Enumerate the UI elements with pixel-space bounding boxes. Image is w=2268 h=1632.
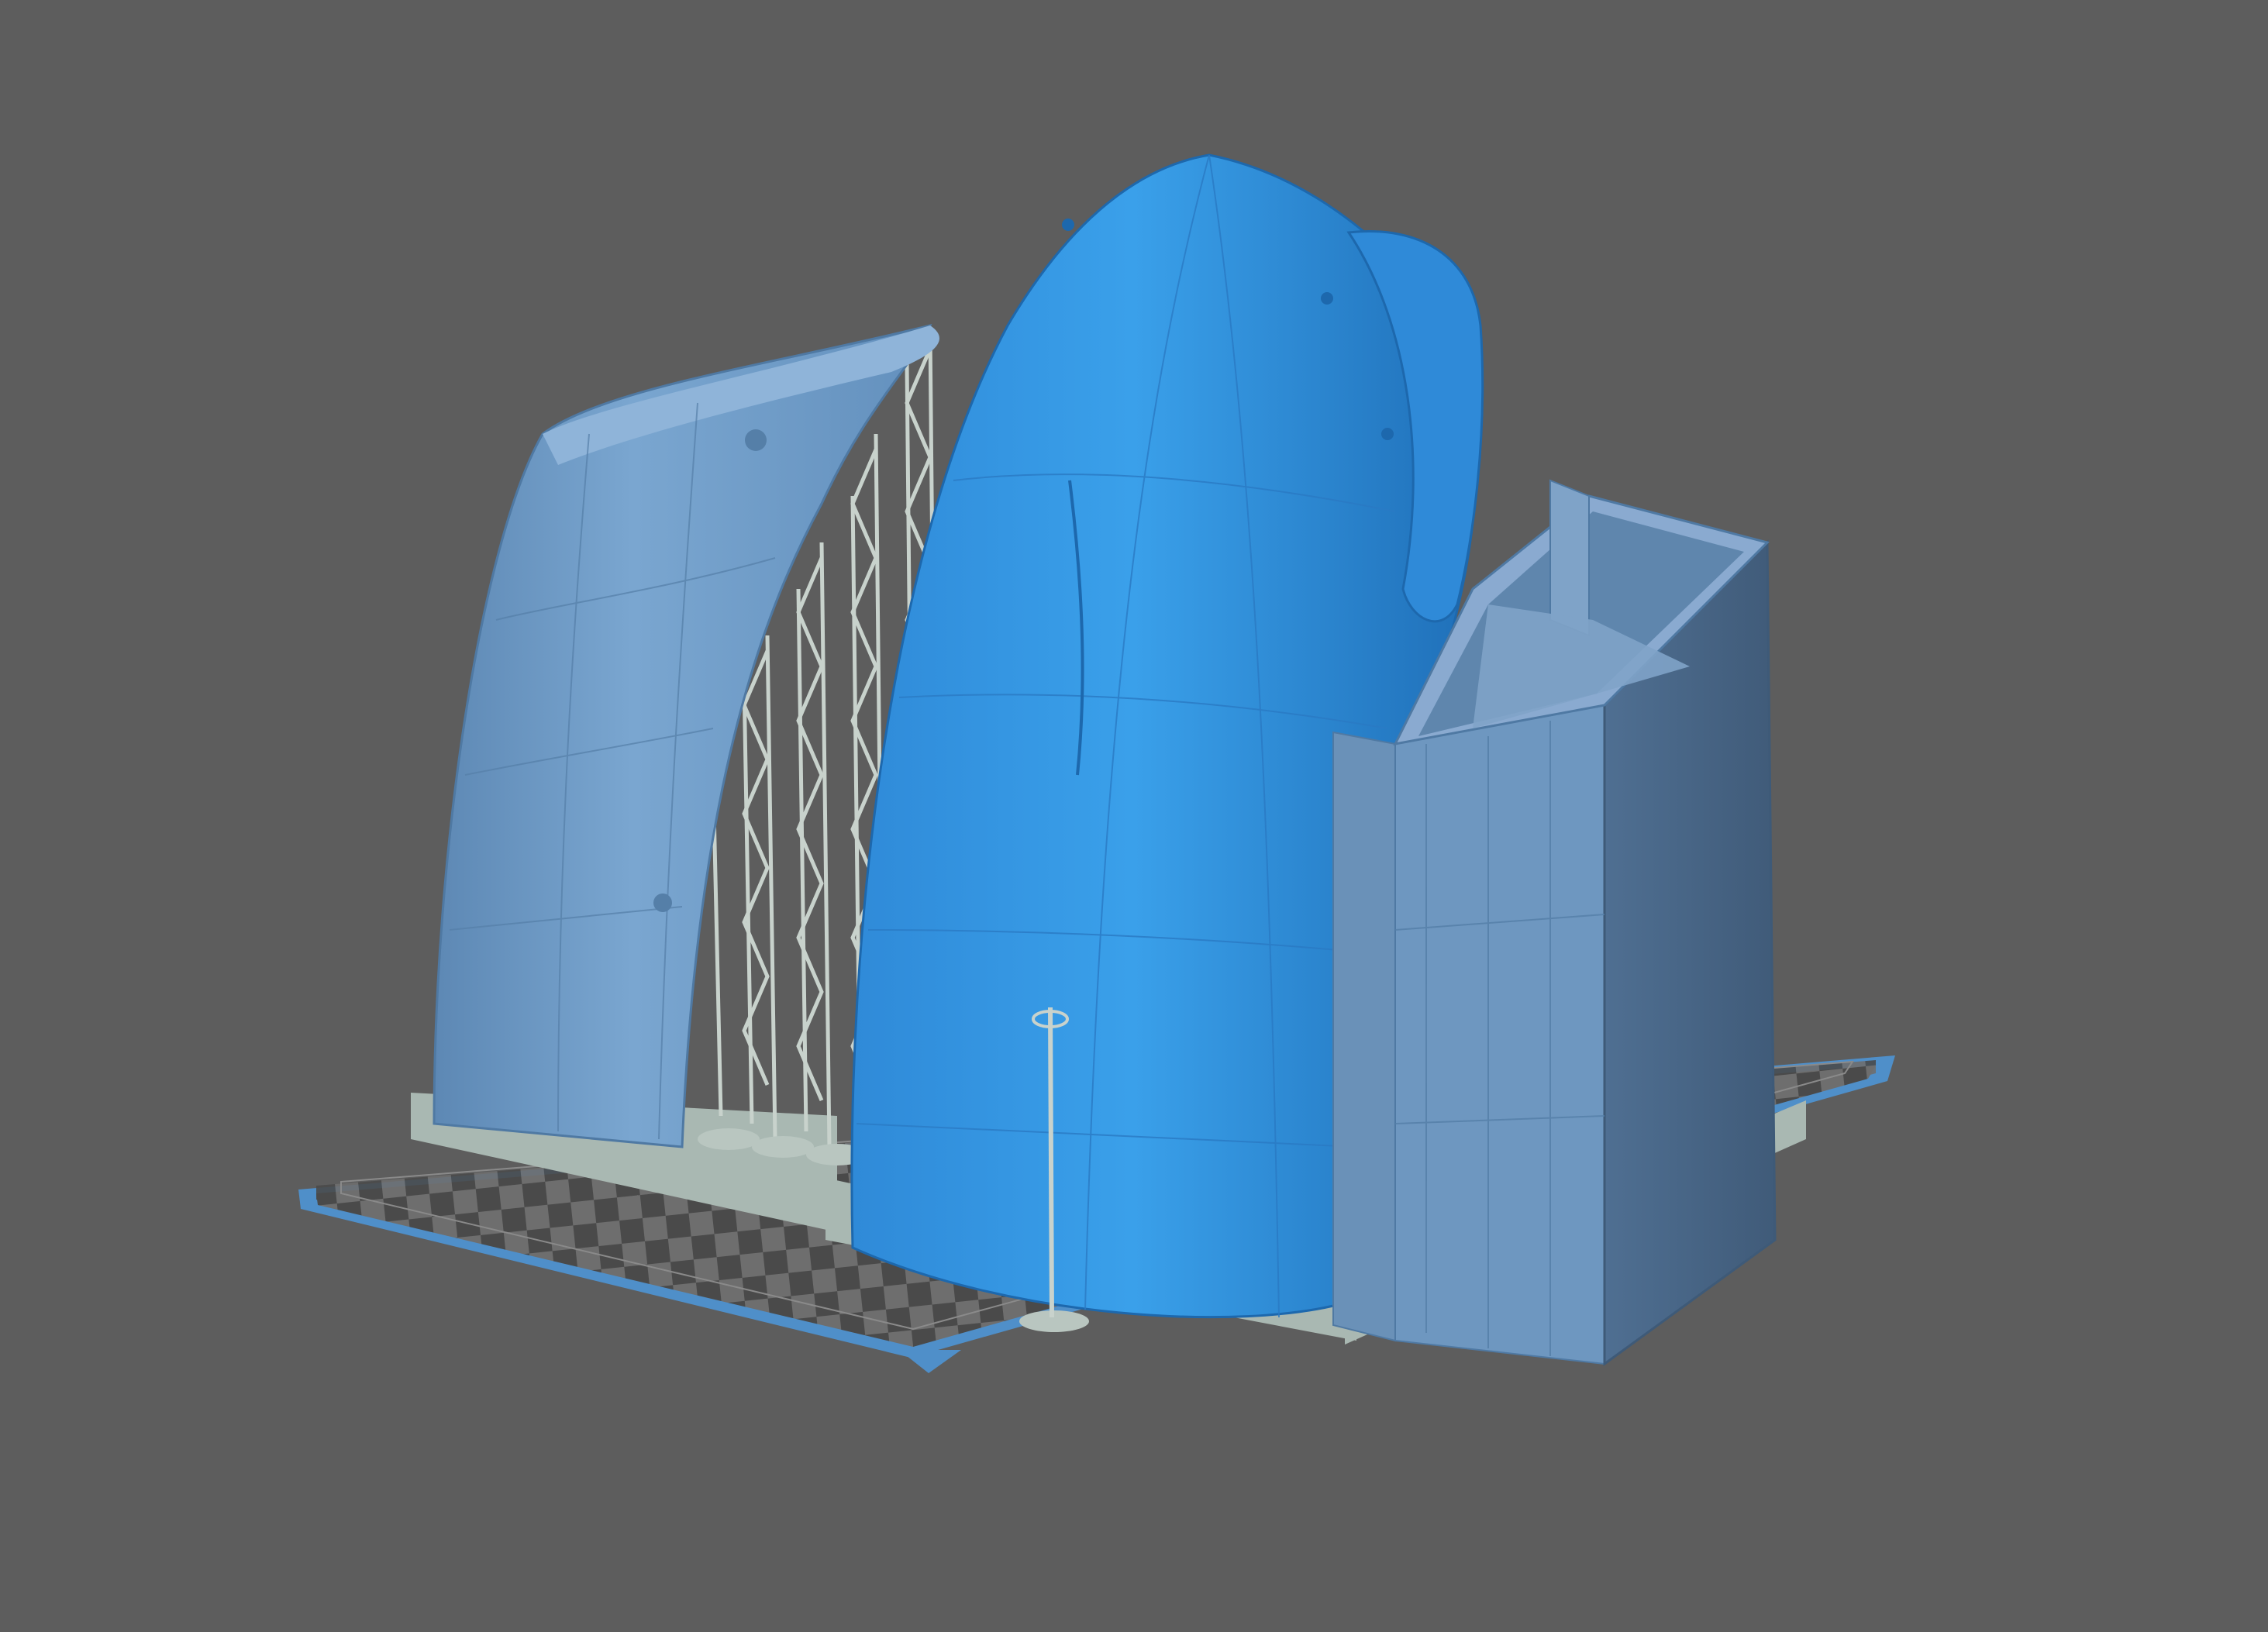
triangle-down-icon bbox=[899, 1350, 961, 1373]
3d-viewport[interactable] bbox=[0, 0, 2268, 1632]
support-pin bbox=[1048, 1007, 1054, 1318]
